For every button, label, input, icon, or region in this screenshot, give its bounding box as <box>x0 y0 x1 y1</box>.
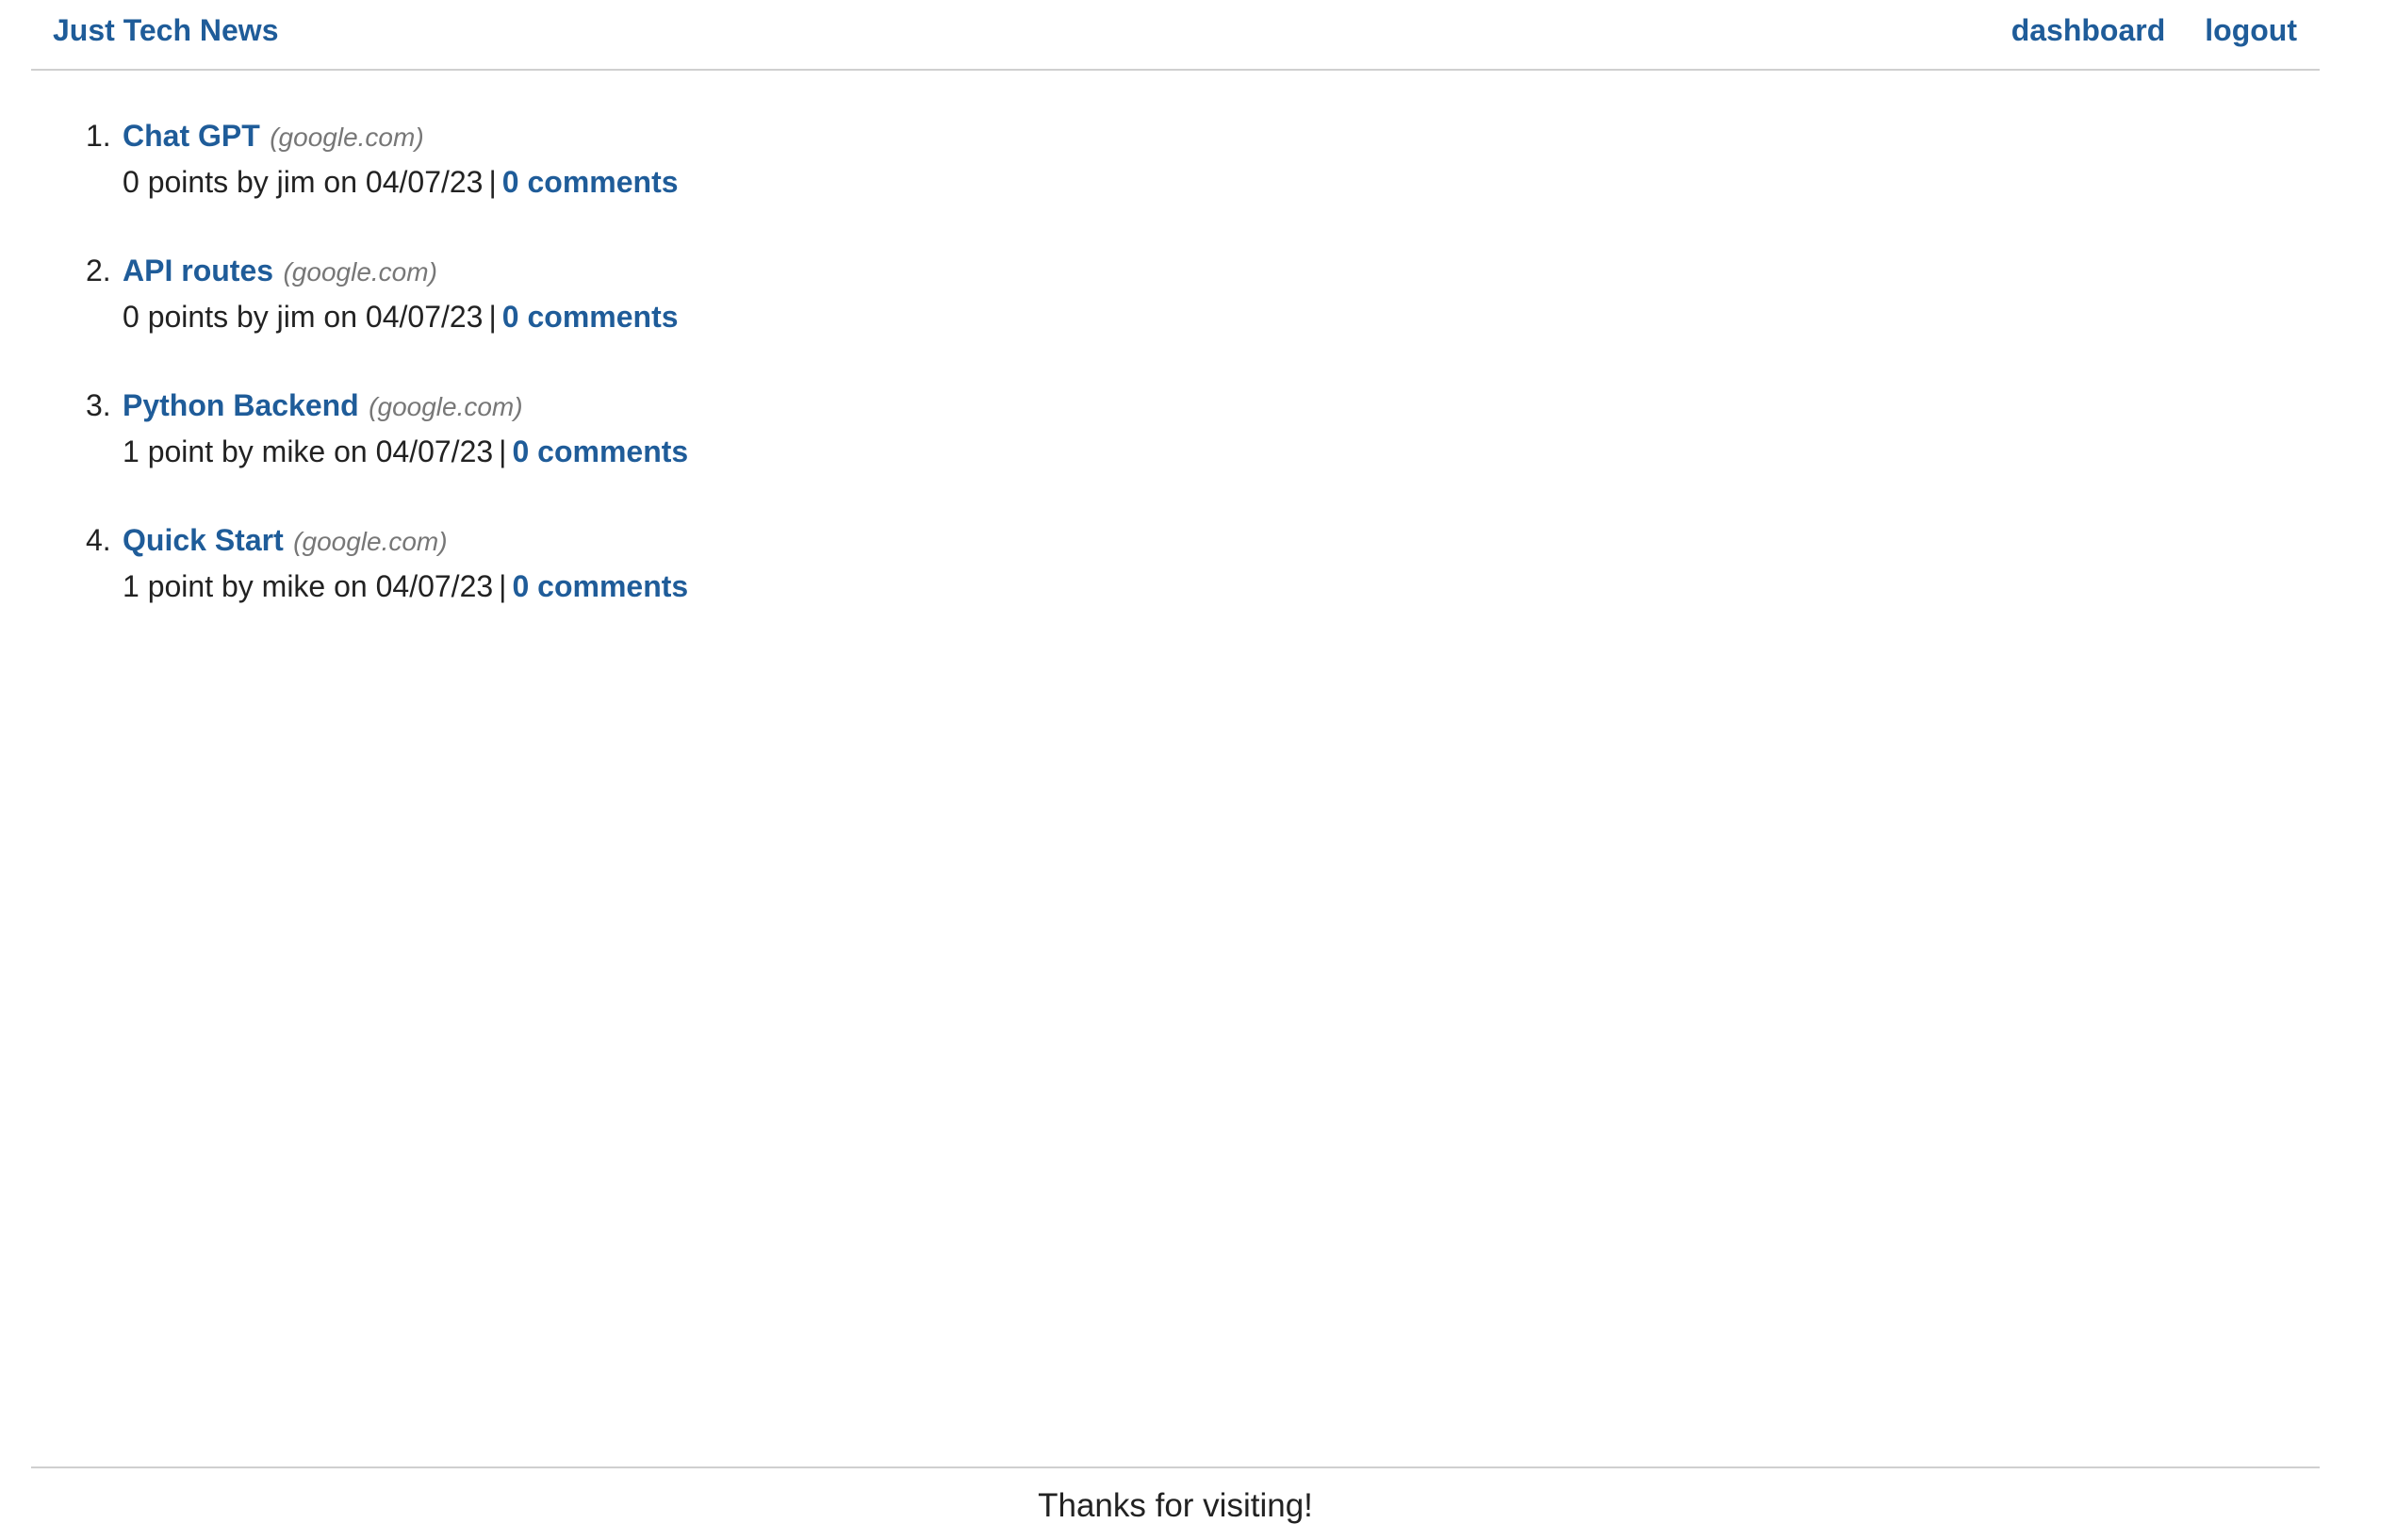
post-comments-link[interactable]: 0 comments <box>512 434 688 468</box>
site-header: Just Tech News dashboard logout <box>31 0 2320 71</box>
post-meta: 1 point by mike on 04/07/23 | 0 comments <box>123 434 688 469</box>
footer-message: Thanks for visiting! <box>1038 1487 1313 1524</box>
post-meta-separator: | <box>488 165 497 199</box>
logout-link[interactable]: logout <box>2205 13 2297 47</box>
post-title-link[interactable]: Chat GPT <box>123 119 260 153</box>
post-number: 3. <box>86 388 111 422</box>
post-title-link[interactable]: Quick Start <box>123 523 284 557</box>
post-meta: 0 points by jim on 04/07/23 | 0 comments <box>123 164 679 200</box>
post-comments-link[interactable]: 0 comments <box>502 165 679 199</box>
page: Just Tech News dashboard logout 1. Chat … <box>0 0 2396 1540</box>
post-number: 1. <box>86 119 111 153</box>
post-title-line: Python Backend (google.com) <box>123 387 523 430</box>
post-meta: 0 points by jim on 04/07/23 | 0 comments <box>123 299 679 335</box>
post-meta-separator: | <box>499 569 507 603</box>
post-number: 4. <box>86 523 111 557</box>
post-domain: (google.com) <box>270 123 424 152</box>
post-meta-text: 1 point by mike on 04/07/23 <box>123 569 494 603</box>
post-meta-text: 1 point by mike on 04/07/23 <box>123 434 494 468</box>
post-domain: (google.com) <box>369 392 523 421</box>
post-meta-separator: | <box>499 434 507 468</box>
post-meta-separator: | <box>488 300 497 334</box>
post-title-line: Chat GPT (google.com) <box>123 118 424 160</box>
header-nav: dashboard logout <box>2011 13 2297 47</box>
dashboard-link[interactable]: dashboard <box>2011 13 2166 47</box>
post-domain: (google.com) <box>283 257 437 287</box>
post-comments-link[interactable]: 0 comments <box>512 569 688 603</box>
post-title-line: Quick Start (google.com) <box>123 522 448 565</box>
site-footer: Thanks for visiting! <box>31 1466 2320 1540</box>
post-meta-text: 0 points by jim on 04/07/23 <box>123 165 484 199</box>
post-comments-link[interactable]: 0 comments <box>502 300 679 334</box>
post-meta: 1 point by mike on 04/07/23 | 0 comments <box>123 568 688 604</box>
post-title-link[interactable]: Python Backend <box>123 388 359 422</box>
post-domain: (google.com) <box>293 527 448 556</box>
post-number: 2. <box>86 254 111 287</box>
post-meta-text: 0 points by jim on 04/07/23 <box>123 300 484 334</box>
post-title-link[interactable]: API routes <box>123 254 273 287</box>
post-title-line: API routes (google.com) <box>123 253 437 295</box>
site-brand-link[interactable]: Just Tech News <box>53 13 278 47</box>
